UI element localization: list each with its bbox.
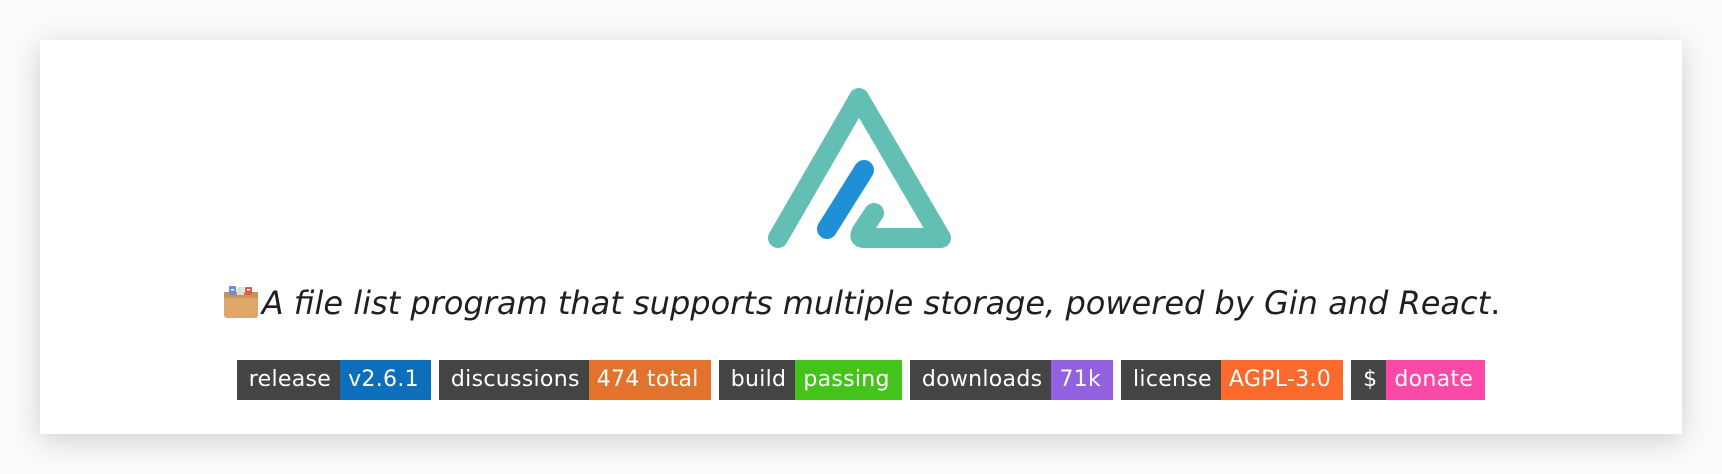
badge-downloads[interactable]: downloads 71k [909, 360, 1113, 400]
badge-value: 71k [1051, 360, 1113, 400]
badge-value: passing [795, 360, 902, 400]
alist-logo-icon [766, 88, 956, 258]
badge-value: v2.6.1 [340, 360, 431, 400]
badge-value: 474 total [588, 360, 711, 400]
badge-label: discussions [438, 360, 589, 400]
file-box-icon [222, 283, 260, 319]
badge-value: AGPL-3.0 [1220, 360, 1344, 400]
tagline-text: A file list program that supports multip… [261, 284, 1491, 322]
badge-release[interactable]: release v2.6.1 [236, 360, 431, 400]
badge-label: license [1121, 360, 1221, 400]
badge-label: release [236, 360, 341, 400]
badge-value: donate [1386, 360, 1486, 400]
badge-build[interactable]: build passing [718, 360, 902, 400]
readme-header-card: A file list program that supports multip… [40, 40, 1682, 434]
badge-label: $ [1351, 360, 1387, 400]
badge-label: downloads [909, 360, 1052, 400]
badge-label: build [718, 360, 796, 400]
badge-license[interactable]: license AGPL-3.0 [1121, 360, 1344, 400]
tagline: A file list program that supports multip… [40, 283, 1682, 322]
badge-row: release v2.6.1 discussions 474 total bui… [40, 360, 1682, 400]
badge-discussions[interactable]: discussions 474 total [438, 360, 711, 400]
badge-donate[interactable]: $ donate [1351, 360, 1486, 400]
tagline-period: . [1490, 284, 1501, 322]
